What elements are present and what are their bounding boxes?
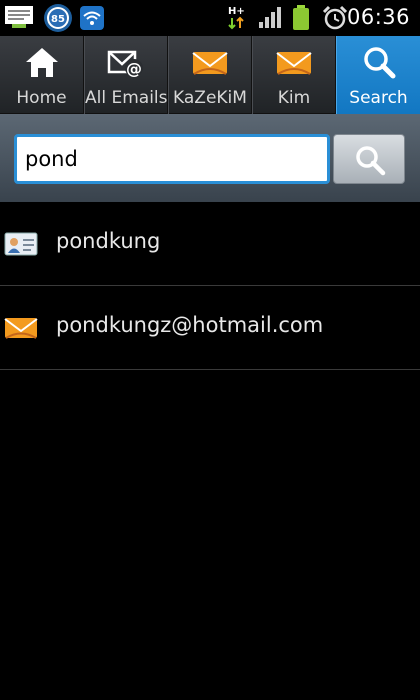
results-list: pondkung pondkungz@hotmail.com — [0, 202, 420, 370]
svg-text:@: @ — [126, 59, 142, 78]
tab-label: Search — [349, 88, 408, 108]
tab-label: Kim — [277, 88, 311, 108]
list-item[interactable]: pondkungz@hotmail.com — [0, 286, 420, 370]
all-emails-icon: @ — [107, 50, 143, 78]
tab-kazekim[interactable]: KaZeKiM — [168, 36, 252, 114]
status-bar: 85 H+ 06:36 — [0, 0, 420, 36]
tab-label: Home — [16, 88, 67, 108]
tab-kim[interactable]: Kim — [252, 36, 336, 114]
contact-card-icon — [4, 232, 38, 256]
signal-icon — [259, 7, 281, 28]
search-icon — [356, 146, 386, 176]
wifi-app-icon — [80, 6, 104, 30]
list-item[interactable]: pondkung — [0, 202, 420, 286]
hotmail-envelope-icon — [4, 318, 38, 339]
result-text: pondkung — [56, 229, 161, 253]
tab-label: KaZeKiM — [173, 88, 247, 108]
badge-count: 85 — [51, 14, 65, 25]
home-icon — [25, 48, 58, 77]
network-type: H+ — [228, 6, 245, 17]
search-input[interactable] — [14, 134, 330, 184]
search-bar — [0, 114, 420, 202]
tab-bar: Home @ All Emails KaZeKiM Kim Search — [0, 36, 420, 114]
result-text: pondkungz@hotmail.com — [56, 313, 324, 337]
hplus-data-icon: H+ — [228, 6, 245, 30]
tab-home[interactable]: Home — [0, 36, 84, 114]
alarm-icon — [322, 5, 348, 30]
hotmail-envelope-icon — [192, 52, 228, 75]
search-button[interactable] — [333, 134, 405, 184]
clock: 06:36 — [346, 5, 410, 29]
battery-badge-icon: 85 — [44, 4, 72, 32]
search-icon — [363, 47, 395, 79]
notes-icon — [5, 6, 33, 28]
tab-all-emails[interactable]: @ All Emails — [84, 36, 168, 114]
tab-search[interactable]: Search — [336, 36, 420, 114]
tab-label: All Emails — [85, 88, 168, 108]
hotmail-envelope-icon — [276, 52, 312, 75]
battery-icon — [293, 5, 309, 30]
